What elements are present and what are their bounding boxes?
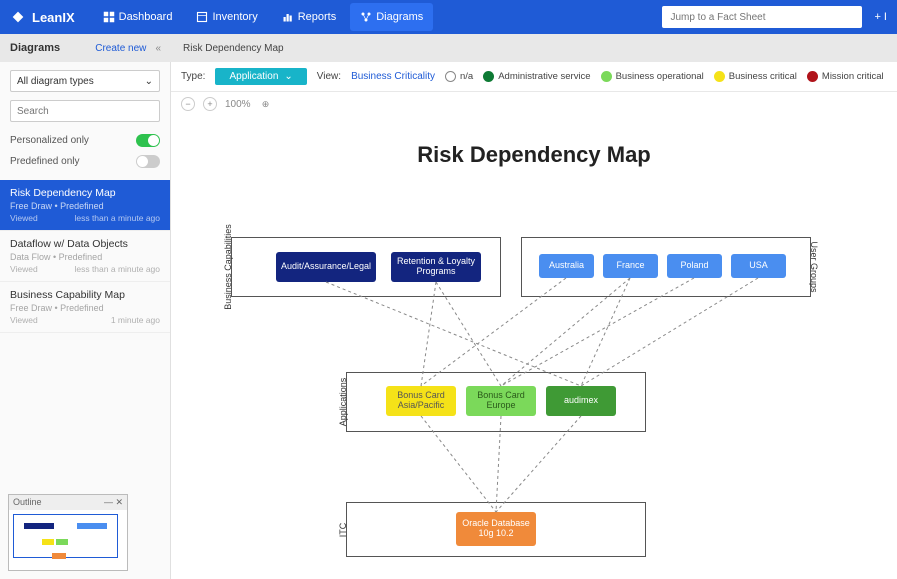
node-bonus-ap[interactable]: Bonus Card Asia/Pacific bbox=[386, 386, 456, 416]
personalized-toggle[interactable] bbox=[136, 134, 160, 147]
list-item-title: Risk Dependency Map bbox=[10, 187, 160, 199]
zoom-out-button[interactable]: − bbox=[181, 97, 195, 111]
zoom-level: 100% bbox=[225, 99, 251, 110]
node-usa[interactable]: USA bbox=[731, 254, 786, 278]
section-title: Diagrams bbox=[10, 42, 60, 54]
list-item-sub: Free Draw • Predefined bbox=[10, 201, 160, 211]
breadcrumb: Risk Dependency Map bbox=[171, 43, 284, 54]
zoom-in-button[interactable]: + bbox=[203, 97, 217, 111]
diagram-list-item[interactable]: Dataflow w/ Data Objects Data Flow • Pre… bbox=[0, 231, 170, 282]
node-poland[interactable]: Poland bbox=[667, 254, 722, 278]
diagram-type-filter[interactable]: All diagram types ⌄ bbox=[10, 70, 160, 92]
sidebar: All diagram types ⌄ Personalized only Pr… bbox=[0, 62, 171, 579]
legend-dot-mission bbox=[807, 71, 818, 82]
node-australia[interactable]: Australia bbox=[539, 254, 594, 278]
canvas-toolbar: Type: Application ⌄ View: Business Criti… bbox=[171, 62, 897, 92]
type-selector[interactable]: Application ⌄ bbox=[215, 68, 306, 85]
legend-dot-critical bbox=[714, 71, 725, 82]
outline-viewport[interactable] bbox=[13, 514, 118, 558]
view-label: View: bbox=[317, 71, 341, 82]
inventory-icon bbox=[196, 11, 208, 23]
list-item-sub: Data Flow • Predefined bbox=[10, 252, 160, 262]
diagram-list-item[interactable]: Business Capability Map Free Draw • Pred… bbox=[0, 282, 170, 333]
chevron-down-icon: ⌄ bbox=[284, 71, 292, 82]
create-new-link[interactable]: Create new bbox=[95, 43, 146, 54]
list-item-title: Dataflow w/ Data Objects bbox=[10, 238, 160, 250]
minimize-icon[interactable]: — bbox=[104, 497, 113, 507]
toggle-label: Personalized only bbox=[10, 135, 89, 146]
chevron-down-icon: ⌄ bbox=[145, 76, 153, 87]
brand-logo[interactable]: LeanIX bbox=[10, 9, 75, 25]
brand-icon bbox=[10, 9, 26, 25]
diagrams-icon bbox=[360, 11, 372, 23]
list-item-title: Business Capability Map bbox=[10, 289, 160, 301]
node-audimex[interactable]: audimex bbox=[546, 386, 616, 416]
outline-panel[interactable]: Outline — ✕ bbox=[8, 494, 128, 571]
legend-dot-operational bbox=[601, 71, 612, 82]
legend: n/a Administrative service Business oper… bbox=[445, 71, 884, 82]
node-retention[interactable]: Retention & Loyalty Programs bbox=[391, 252, 481, 282]
nav-inventory[interactable]: Inventory bbox=[186, 3, 267, 31]
diagram-title: Risk Dependency Map bbox=[171, 142, 897, 168]
node-france[interactable]: France bbox=[603, 254, 658, 278]
legend-dot-admin bbox=[483, 71, 494, 82]
view-selector[interactable]: Business Criticality bbox=[351, 71, 435, 82]
filter-value: All diagram types bbox=[17, 76, 94, 87]
nav-reports[interactable]: Reports bbox=[272, 3, 347, 31]
predefined-toggle[interactable] bbox=[136, 155, 160, 168]
top-nav: LeanIX Dashboard Inventory Reports Diagr… bbox=[0, 0, 897, 34]
nav-label: Reports bbox=[298, 11, 337, 23]
diagram-canvas[interactable]: Type: Application ⌄ View: Business Criti… bbox=[171, 62, 897, 579]
type-label: Type: bbox=[181, 71, 205, 82]
nav-label: Diagrams bbox=[376, 11, 423, 23]
list-item-sub: Free Draw • Predefined bbox=[10, 303, 160, 313]
node-bonus-eu[interactable]: Bonus Card Europe bbox=[466, 386, 536, 416]
reports-icon bbox=[282, 11, 294, 23]
add-button[interactable]: + I bbox=[874, 11, 887, 23]
toggle-label: Predefined only bbox=[10, 156, 80, 167]
dashboard-icon bbox=[103, 11, 115, 23]
nav-dashboard[interactable]: Dashboard bbox=[93, 3, 183, 31]
subheader: Diagrams Create new « Risk Dependency Ma… bbox=[0, 34, 897, 62]
diagram-list-item[interactable]: Risk Dependency Map Free Draw • Predefin… bbox=[0, 180, 170, 231]
nav-label: Inventory bbox=[212, 11, 257, 23]
global-search-input[interactable] bbox=[662, 6, 862, 28]
zoom-fit-button[interactable]: ⊕ bbox=[259, 97, 273, 111]
zoom-controls: − + 100% ⊕ bbox=[171, 92, 897, 116]
outline-title: Outline bbox=[13, 497, 42, 508]
nav-label: Dashboard bbox=[119, 11, 173, 23]
collapse-sidebar-icon[interactable]: « bbox=[155, 43, 161, 54]
diagram-surface[interactable]: Risk Dependency Map Business Capabilitie… bbox=[171, 122, 897, 579]
close-icon[interactable]: ✕ bbox=[115, 497, 123, 507]
sidebar-search-input[interactable] bbox=[10, 100, 160, 122]
node-oracle[interactable]: Oracle Database 10g 10.2 bbox=[456, 512, 536, 546]
legend-dot-na bbox=[445, 71, 456, 82]
brand-text: LeanIX bbox=[32, 10, 75, 25]
node-audit[interactable]: Audit/Assurance/Legal bbox=[276, 252, 376, 282]
nav-diagrams[interactable]: Diagrams bbox=[350, 3, 433, 31]
